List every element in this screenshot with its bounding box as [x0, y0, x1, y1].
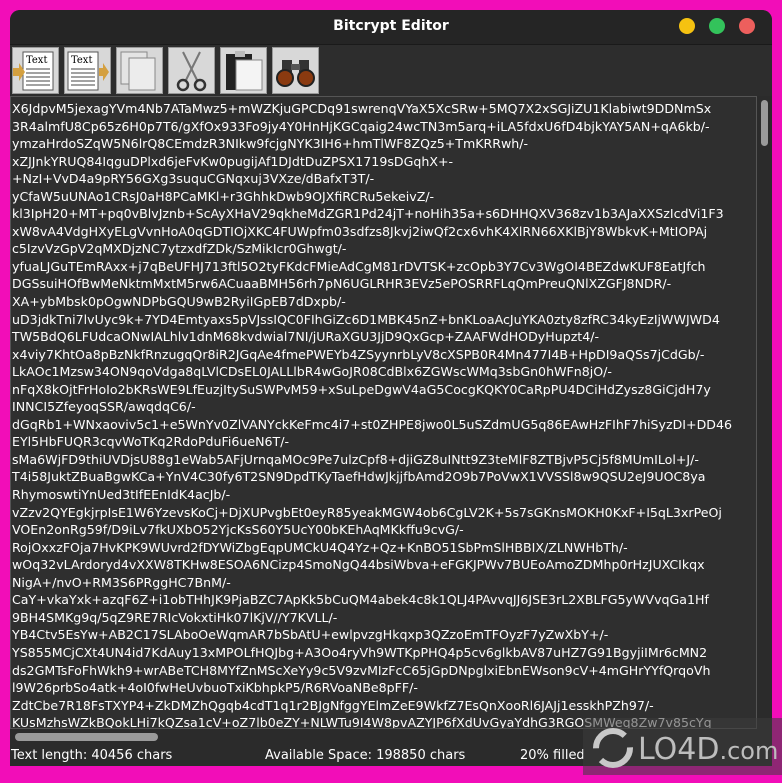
- text-document-arrow-in-icon: Text: [13, 51, 54, 91]
- clipboard-icon: [226, 51, 263, 91]
- text-length: Text length: 40456 chars: [11, 748, 173, 763]
- vertical-scrollbar[interactable]: [758, 96, 771, 729]
- text-line: ymzaHrdoSZqW5N6lrQ8CEmdzR3NIkw9fcjgNYK3I…: [12, 136, 529, 152]
- text-line: VOEn2onRg59f/D9iLv7fkUXbO52YjcKsS60Y5UcY…: [12, 522, 464, 538]
- horizontal-scrollbar-thumb[interactable]: [15, 733, 158, 741]
- text-line: xW8vA4VdgHXyELgVvnHoA0qGDTIOjXKC4FUWpfm0…: [12, 223, 708, 239]
- text-line: YB4Ctv5EsYw+AB2C17SLAboOeWqmAR7bSbAtU+ew…: [12, 627, 609, 643]
- text-line: EYl5HbFUQR3cqvWoTKq2RdoPduFi6ueN6T/-: [12, 434, 290, 450]
- text-line: c5IzvVzGpV2qMXDjzNC7ytzxdfZDk/SzMikIcr0G…: [12, 241, 347, 257]
- text-line: DGSsuiHOfBwMeNktmMxtM5rw6ACuaaBMH56rh7pN…: [12, 276, 672, 292]
- text-line: x4viy7KhtOa8pBzNkfRnzugqQr8iR2JGqAe4fmeP…: [12, 346, 705, 362]
- text-line: 9BH4SMKg9q/5qZ9RE7RIcVokxtiHk07lKjV//Y7K…: [12, 609, 338, 625]
- cut-button[interactable]: [168, 47, 215, 94]
- minimize-button[interactable]: [679, 18, 695, 34]
- available-space: Available Space: 198850 chars: [265, 748, 466, 763]
- text-line: RhymoswtiYnUed3tIfEEnIdK4acJb/-: [12, 487, 231, 503]
- text-line: YS855MCjCXt4UN4id7KdAuy13xMPOLfHQJbg+A3O…: [12, 644, 708, 660]
- editor-content[interactable]: X6JdpvM5jexagYVm4Nb7ATaMwz5+mWZKjuGPCDq9…: [11, 97, 756, 728]
- scissors-icon: [176, 51, 207, 92]
- maximize-button[interactable]: [709, 18, 725, 34]
- text-line: wOq32vLArdoryd4vXXW8TKHw8ESOA6NCizp4SmoN…: [12, 557, 705, 573]
- text-document-arrow-out-icon: Text: [67, 51, 109, 91]
- text-line: yfuaLJGuTEmRAxx+j7qBeUFHJ713ftl5O2tyFKdc…: [12, 258, 706, 274]
- copy-icon: [120, 51, 156, 91]
- find-button[interactable]: [272, 47, 319, 94]
- export-text-button[interactable]: Text: [64, 47, 111, 94]
- filled-percent: 20% filled: [520, 748, 585, 763]
- close-button[interactable]: [739, 18, 755, 34]
- text-line: +NzI+VvD4a9pRY56GXg3suquCGNqxuj3VXze/dBa…: [12, 171, 375, 187]
- app-window: Bitcrypt Editor Text Text X6JdpvM5jexagY…: [10, 10, 772, 766]
- text-line: CaY+vkaYxk+azqF6Z+i1obTHhJK9PjaBZC7ApKk5…: [12, 592, 709, 608]
- svg-text:LO4D.com: LO4D.com: [638, 732, 778, 767]
- vertical-scrollbar-thumb[interactable]: [761, 100, 768, 146]
- window-title: Bitcrypt Editor: [333, 18, 449, 34]
- text-line: INNCI5ZfeyoqSSR/awqdqC6/-: [12, 399, 196, 415]
- toolbar: Text Text: [10, 45, 772, 96]
- text-editor[interactable]: X6JdpvM5jexagYVm4Nb7ATaMwz5+mWZKjuGPCDq9…: [10, 96, 757, 729]
- svg-text:Text: Text: [71, 55, 92, 66]
- watermark-logo: LO4D.com: [583, 718, 782, 775]
- text-line: uD3jdkTni7lvUyc9k+7YD4Emtyaxs5pVJssIQC0F…: [12, 311, 720, 327]
- text-line: yCfaW5uUNAo1CRsJ0aH8PCaMKl+r3GhhkDwb9OJX…: [12, 188, 435, 204]
- text-line: nFqX8kOjtFrHoIo2bKRsWE9LfEuzjItySuSWPvM5…: [12, 381, 711, 397]
- text-line: XA+ybMbsk0pOgwNDPbGQU9wB2RyiIGpEB7dDxpb/…: [12, 294, 346, 310]
- binoculars-icon: [276, 60, 315, 87]
- text-line: kl3IpH20+MT+pq0vBlvJznb+ScAyXHaV29qkheMd…: [12, 206, 724, 222]
- title-bar: Bitcrypt Editor: [10, 10, 772, 45]
- import-text-button[interactable]: Text: [12, 47, 59, 94]
- text-line: NigA+/nvO+RM3S6PRggHC7BnM/-: [12, 574, 231, 590]
- copy-button[interactable]: [116, 47, 163, 94]
- text-line: sMa6WjFD9thiUVDjsU88g1eWab5AFjUrnqaMOc9P…: [12, 451, 699, 467]
- text-line: xZJJnkYRUQ84IqguDPlxd6jeFvKw0pugijAf1DJd…: [12, 153, 454, 169]
- text-line: T4i58JuktZBuaBgwKCa+YnV4C30fy6T2SN9DpdTK…: [12, 469, 706, 485]
- text-line: l9W26prbSo4atk+4oI0fwHeUvbuoTxiKbhpkP5/R…: [12, 680, 418, 696]
- text-line: RojOxxzFOja7HvKPK9WUvrd2fDYWiZbgEqpUMCkU…: [12, 539, 628, 555]
- text-line: LkAOc1Mzsw34ON9qoVdga8qLVlCDsEL0JALLlbR4…: [12, 364, 612, 380]
- svg-text:Text: Text: [26, 55, 47, 66]
- text-line: ZdtCbe7R18FsTXYP4+ZkDMZhQgqb4cdT1q1r2BJg…: [12, 697, 654, 713]
- text-line: vZzv2QYEgkjrpIsE1W6YzevsKoCj+DjXUPvgbEt0…: [12, 504, 722, 520]
- paste-button[interactable]: [220, 47, 267, 94]
- text-line: TW5BdQ6LFUdcaONwIALhlv1dnM68kvdwial7NI/j…: [12, 329, 600, 345]
- text-line: ds2GMTsFoFhWkh9+wrABeTCH8MYfZnMScXeYy9c5…: [12, 662, 711, 678]
- text-line: dGqRb1+WNxaoviv5c1+e5WnYv0ZlVANYckKeFmc4…: [12, 416, 732, 432]
- text-line: 3R4almfU8Cp65z6H0p7T6/gXfOx933Fo9jy4Y0Hn…: [12, 118, 710, 134]
- text-line: X6JdpvM5jexagYVm4Nb7ATaMwz5+mWZKjuGPCDq9…: [12, 101, 712, 116]
